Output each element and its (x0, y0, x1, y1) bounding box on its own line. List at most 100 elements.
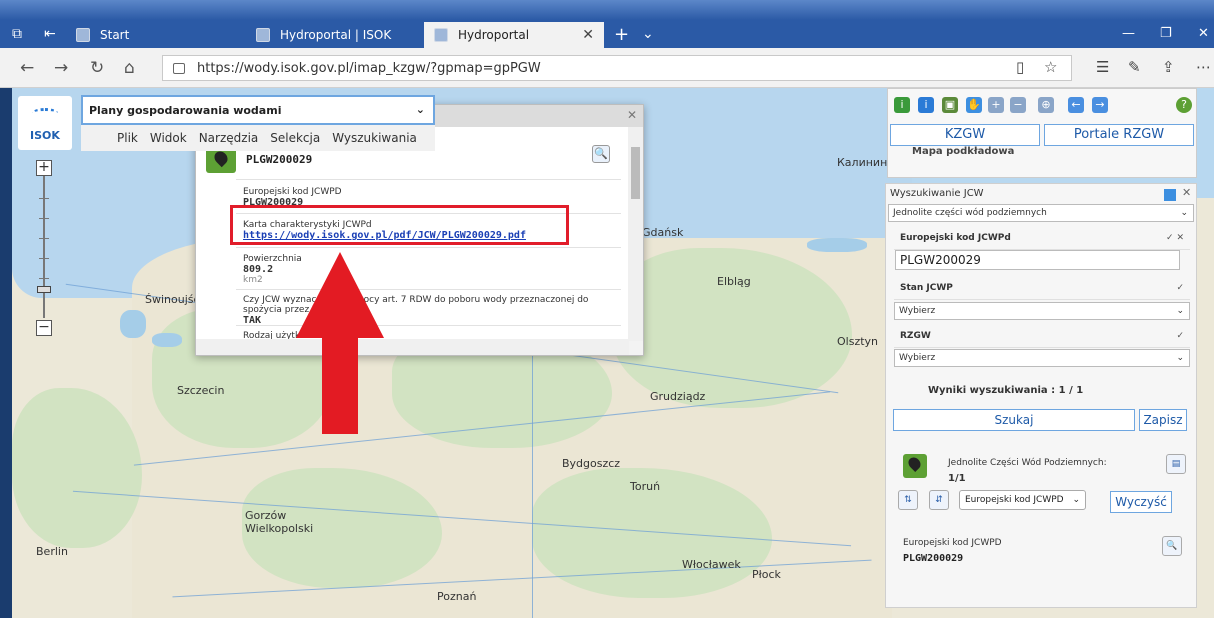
collapse-remove-icon[interactable]: ✓ ✕ (1166, 226, 1184, 250)
tab-actions-icon[interactable]: ⧉ (12, 26, 22, 42)
zoom-to-feature-icon[interactable]: 🔍 (592, 145, 610, 163)
zoom-slider-thumb[interactable] (37, 286, 51, 293)
city-label: Grudziądz (650, 390, 706, 403)
result-group-count: 1/1 (948, 473, 966, 484)
export-icon[interactable]: ▤ (1166, 454, 1186, 474)
chevron-down-icon: ⌄ (1072, 495, 1080, 505)
red-arrow-icon (296, 252, 384, 434)
sort-desc-icon[interactable]: ⇵ (929, 490, 949, 510)
sort-asc-icon[interactable]: ⇅ (898, 490, 918, 510)
search-results-count: Wyniki wyszukiwania : 1 / 1 (928, 385, 1084, 396)
city-label: Gorzów Wielkopolski (245, 509, 314, 535)
zoom-extent-icon[interactable]: ⊕ (1038, 97, 1054, 113)
tab-hydroportal-isok[interactable]: Hydroportal | ISOK (246, 22, 422, 48)
share-icon[interactable]: ⇪ (1162, 58, 1175, 76)
arrow-left-icon[interactable]: ← (1068, 97, 1084, 113)
save-button[interactable]: Zapisz (1139, 409, 1187, 431)
zoom-out-button[interactable]: − (36, 320, 52, 336)
reading-view-icon[interactable]: ▯ (1016, 58, 1024, 76)
info-icon[interactable]: i (894, 97, 910, 113)
minimize-icon[interactable]: — (1122, 26, 1135, 41)
tab-list-chevron-icon[interactable]: ⌄ (642, 26, 654, 42)
zoom-tick (39, 278, 49, 279)
isok-logo: ISOK (18, 96, 72, 150)
result-field-value[interactable]: PLGW200029 (903, 553, 963, 564)
forward-icon[interactable]: → (54, 58, 68, 78)
identify-icon[interactable]: i (918, 97, 934, 113)
lake (152, 333, 182, 347)
favorite-star-icon[interactable]: ☆ (1044, 58, 1057, 76)
city-label: Szczecin (177, 384, 225, 397)
city-label: Płock (752, 568, 781, 581)
rzgw-select[interactable]: Wybierz ⌄ (894, 349, 1190, 367)
pan-hand-icon[interactable]: ✋ (966, 97, 982, 113)
field-area: Powierzchnia 809.2 km2 (243, 254, 302, 285)
select-icon[interactable]: ▣ (942, 97, 958, 113)
favorites-icon[interactable]: ☰ (1096, 58, 1109, 76)
state-select[interactable]: Wybierz ⌄ (894, 302, 1190, 320)
divider (236, 247, 621, 248)
refresh-icon[interactable]: ↻ (90, 58, 104, 78)
scroll-thumb[interactable] (631, 147, 640, 199)
city-label: Toruń (630, 480, 661, 493)
zoom-to-result-icon[interactable]: 🔍 (1162, 536, 1182, 556)
close-panel-icon[interactable]: ✕ (1182, 186, 1191, 199)
zoom-tick (39, 198, 49, 199)
red-highlight-box (230, 205, 569, 245)
city-label: Poznań (437, 590, 477, 603)
popup-title: PLGW200029 (246, 153, 313, 166)
menu-tools[interactable]: Narzędzia (199, 131, 259, 145)
clear-button[interactable]: Wyczyść (1110, 491, 1172, 513)
hydroportal-active-favicon-icon (434, 28, 448, 42)
sort-field-select[interactable]: Europejski kod JCWPD ⌄ (959, 490, 1086, 510)
more-icon[interactable]: ⋯ (1196, 58, 1211, 76)
menu-view[interactable]: Widok (150, 131, 187, 145)
search-panel-title: Wyszukiwanie JCW (890, 188, 984, 199)
kzgw-button[interactable]: KZGW (890, 124, 1040, 146)
result-group-title: Jednolite Części Wód Podziemnych: (948, 458, 1107, 468)
jcw-type-select[interactable]: Jednolite części wód podziemnych ⌄ (888, 204, 1194, 222)
minimize-panel-icon[interactable] (1164, 189, 1176, 201)
city-label: Włocławek (682, 558, 741, 571)
zoom-out-tool-icon[interactable]: − (1010, 97, 1026, 113)
notes-icon[interactable]: ✎ (1128, 58, 1141, 76)
back-icon[interactable]: ← (20, 58, 34, 78)
home-icon[interactable]: ⌂ (124, 58, 135, 78)
result-marker-icon (903, 454, 927, 478)
url-field[interactable]: https://wody.isok.gov.pl/imap_kzgw/?gpma… (162, 55, 1072, 81)
search-button[interactable]: Szukaj (893, 409, 1135, 431)
zoom-control: + − (36, 158, 52, 338)
zoom-in-button[interactable]: + (36, 160, 52, 176)
menu-selection[interactable]: Selekcja (270, 131, 320, 145)
section-rzgw[interactable]: RZGW ✓ (894, 324, 1190, 348)
tab-start[interactable]: Start (66, 22, 244, 48)
section-state[interactable]: Stan JCWP ✓ (894, 276, 1190, 300)
close-tab-icon[interactable]: ✕ (582, 27, 594, 43)
check-icon: ✓ (1176, 331, 1184, 341)
map-composition-select[interactable]: Plany gospodarowania wodami ⌄ (81, 95, 435, 125)
start-favicon-icon (76, 28, 90, 42)
chevron-down-icon: ⌄ (1180, 208, 1188, 218)
menu-file[interactable]: Plik (117, 131, 138, 145)
city-label: Bydgoszcz (562, 457, 621, 470)
close-icon[interactable]: ✕ (627, 108, 637, 122)
new-tab-icon[interactable]: + (614, 24, 629, 45)
popup-horizontal-scrollbar[interactable] (196, 339, 629, 355)
help-icon[interactable]: ? (1176, 97, 1192, 113)
arrow-right-icon[interactable]: → (1092, 97, 1108, 113)
portale-rzgw-button[interactable]: Portale RZGW (1044, 124, 1194, 146)
zoom-in-tool-icon[interactable]: + (988, 97, 1004, 113)
menu-search[interactable]: Wyszukiwania (332, 131, 417, 145)
close-window-icon[interactable]: ✕ (1198, 26, 1209, 41)
section-code[interactable]: Europejski kod JCWPd ✓ ✕ (894, 226, 1190, 250)
result-field-label: Europejski kod JCWPD (903, 538, 1002, 548)
tab-hydroportal[interactable]: Hydroportal ✕ (424, 22, 604, 48)
restore-icon[interactable]: ❐ (1160, 26, 1172, 41)
tabs-aside-icon[interactable]: ⇤ (44, 26, 56, 42)
popup-vertical-scrollbar[interactable] (628, 127, 643, 341)
city-label: Elbląg (717, 275, 751, 288)
app-menu-bar: Plik Widok Narzędzia Selekcja Wyszukiwan… (81, 125, 435, 151)
forest-area (12, 388, 142, 548)
divider (236, 325, 621, 326)
european-code-input[interactable]: PLGW200029 (895, 250, 1180, 270)
